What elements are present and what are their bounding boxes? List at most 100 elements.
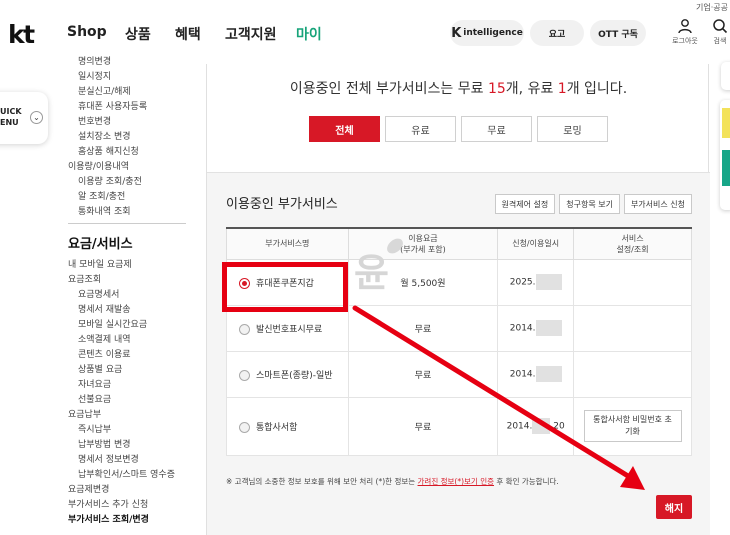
sidebar-item[interactable]: 이용량 조회/충전 <box>78 174 142 187</box>
sidebar-item[interactable]: 요금납부 <box>68 407 101 420</box>
sidebar-item[interactable]: 설치장소 변경 <box>78 129 131 142</box>
tab-free[interactable]: 무료 <box>461 116 532 142</box>
sidebar-item[interactable]: 분실신고/해제 <box>78 84 131 97</box>
date-cell: 2014. .20 <box>497 396 575 456</box>
sidebar-item[interactable]: 명세서 재발송 <box>78 302 131 315</box>
utility-link-enterprise[interactable]: 기업·공공 <box>696 2 728 13</box>
gnb-support[interactable]: 고객지원 <box>225 24 277 44</box>
masked-date <box>532 418 551 434</box>
sidebar-item[interactable]: 콘텐츠 이용료 <box>78 347 131 360</box>
sidebar-item[interactable]: 휴대폰 사용자등록 <box>78 99 147 112</box>
masked-date <box>535 274 562 290</box>
settings-cell: 통합사서함 비밀번호 초기화 <box>573 396 692 456</box>
section-title: 이용중인 부가서비스 <box>226 197 338 212</box>
quick-menu-label: UICK ENU <box>0 107 22 127</box>
gnb-products[interactable]: 상품 <box>125 24 151 44</box>
ott-subscribe-button[interactable]: OTT 구독 <box>590 20 646 46</box>
kt-logo[interactable]: kt <box>8 20 35 49</box>
sidebar-item[interactable]: 납부방법 변경 <box>78 437 131 450</box>
fee-cell: 무료 <box>347 350 499 398</box>
sidebar-item[interactable]: 납부확인서/스마트 영수증 <box>78 467 175 480</box>
logout-label: 로그아웃 <box>672 37 698 45</box>
k-logo-icon: K <box>451 25 462 41</box>
promo-banner-green[interactable] <box>722 150 730 186</box>
sidebar-item[interactable]: 일시정지 <box>78 69 111 82</box>
cancel-service-button[interactable]: 해지 <box>656 495 692 519</box>
chevron-down-icon[interactable]: ⌄ <box>30 111 43 124</box>
radio-unselected[interactable] <box>239 369 250 381</box>
floating-banner[interactable] <box>720 100 730 210</box>
sidebar-item[interactable]: 통화내역 조회 <box>78 204 131 217</box>
sidebar-item[interactable]: 모바일 실시간요금 <box>78 317 147 330</box>
settings-cell <box>573 258 692 306</box>
yogo-button[interactable]: 요고 <box>530 20 584 46</box>
promo-banner-yellow[interactable] <box>722 108 730 138</box>
remote-control-button[interactable]: 원격제어 설정 <box>494 194 556 214</box>
fee-cell: 무료 <box>347 304 499 352</box>
free-count: 15 <box>487 81 506 97</box>
sidebar-item[interactable]: 자녀요금 <box>78 377 111 390</box>
service-name-cell[interactable]: 스마트폰(종량)-일반 <box>226 350 349 398</box>
date-cell: 2014. <box>497 350 575 398</box>
leaf-watermark-icon: 윤 <box>354 238 403 295</box>
date-cell: 2025. <box>497 258 575 306</box>
ai-intelligence-button[interactable]: K intelligence <box>450 20 524 46</box>
paid-count: 1 <box>557 81 567 97</box>
search-label: 검색 <box>713 37 727 45</box>
sidebar-item[interactable]: 부가서비스 조회/변경 <box>68 512 149 525</box>
voicemail-password-reset-button[interactable]: 통합사서함 비밀번호 초기화 <box>583 410 682 442</box>
sidebar-item[interactable]: 내 모바일 요금제 <box>68 257 132 270</box>
fee-cell: 무료 <box>347 396 499 456</box>
sidebar-item[interactable]: 요금조회 <box>68 272 101 285</box>
filter-tabs: 전체 유료 무료 로밍 <box>309 116 608 142</box>
service-name-cell[interactable]: 통합사서함 <box>226 396 349 456</box>
radio-unselected[interactable] <box>239 421 250 433</box>
service-summary: 이용중인 전체 부가서비스는 무료 15개, 유료 1개 입니다. <box>289 81 628 97</box>
sidebar-item[interactable]: 상품별 요금 <box>78 362 122 375</box>
sidebar-item[interactable]: 명세서 정보변경 <box>78 452 139 465</box>
masked-info-auth-link[interactable]: 가려진 정보(*)보기 인증 <box>418 477 494 486</box>
watermark-text: 윤 <box>354 251 389 295</box>
sidebar-item[interactable]: 즉시납부 <box>78 422 111 435</box>
sidebar-section-title: 요금/서비스 <box>68 237 133 252</box>
col-settings: 서비스 설정/조회 <box>573 227 692 260</box>
col-name: 부가서비스명 <box>226 227 349 260</box>
sidebar-item[interactable]: 소액결제 내역 <box>78 332 131 345</box>
quick-menu[interactable]: UICK ENU ⌄ <box>0 92 48 144</box>
search-icon <box>713 19 728 34</box>
sidebar-item[interactable]: 명의변경 <box>78 54 111 67</box>
sidebar-item[interactable]: 요금제변경 <box>68 482 109 495</box>
table-row[interactable]: 통합사서함 무료 2014. .20 통합사서함 비밀번호 초기화 <box>226 396 692 456</box>
selection-highlight-box <box>222 262 348 312</box>
service-box: 이용중인 부가서비스 원격제어 설정 청구항목 보기 부가서비스 신청 부가서비… <box>207 172 710 535</box>
sidebar-item[interactable]: 요금명세서 <box>78 287 119 300</box>
sidebar-divider <box>68 223 186 224</box>
gnb-shop[interactable]: Shop <box>67 24 107 40</box>
page: 기업·공공 kt Shop 상품 혜택 고객지원 마이 K intelligen… <box>0 0 730 535</box>
sidebar-item[interactable]: 부가서비스 추가 신청 <box>68 497 148 510</box>
search-button[interactable]: 검색 <box>705 18 730 46</box>
sidebar-item[interactable]: 홈상품 해지신청 <box>78 144 139 157</box>
settings-cell <box>573 304 692 352</box>
add-service-button[interactable]: 부가서비스 신청 <box>623 194 692 214</box>
billing-items-button[interactable]: 청구항목 보기 <box>559 194 620 214</box>
col-date: 신청/이용일시 <box>497 227 575 260</box>
box-actions: 원격제어 설정 청구항목 보기 부가서비스 신청 <box>494 194 692 214</box>
sidebar-item[interactable]: 선불요금 <box>78 392 111 405</box>
tab-roaming[interactable]: 로밍 <box>537 116 608 142</box>
tab-paid[interactable]: 유료 <box>385 116 456 142</box>
masked-date <box>535 320 562 336</box>
table-row[interactable]: 스마트폰(종량)-일반 무료 2014. <box>226 350 692 398</box>
date-cell: 2014. <box>497 304 575 352</box>
masked-date <box>535 366 562 382</box>
sidebar-item[interactable]: 알 조회/충전 <box>78 189 125 202</box>
floating-widget[interactable] <box>721 62 730 90</box>
logout-button[interactable]: 로그아웃 <box>667 18 703 46</box>
sidebar-item[interactable]: 이용량/이용내역 <box>68 159 129 172</box>
tab-all[interactable]: 전체 <box>309 116 380 142</box>
radio-unselected[interactable] <box>239 323 250 335</box>
table-header: 부가서비스명 이용요금 (부가세 포함) 신청/이용일시 서비스 설정/조회 <box>226 227 692 260</box>
gnb-benefits[interactable]: 혜택 <box>175 24 201 44</box>
sidebar-item[interactable]: 번호변경 <box>78 114 111 127</box>
gnb-my[interactable]: 마이 <box>296 24 322 44</box>
